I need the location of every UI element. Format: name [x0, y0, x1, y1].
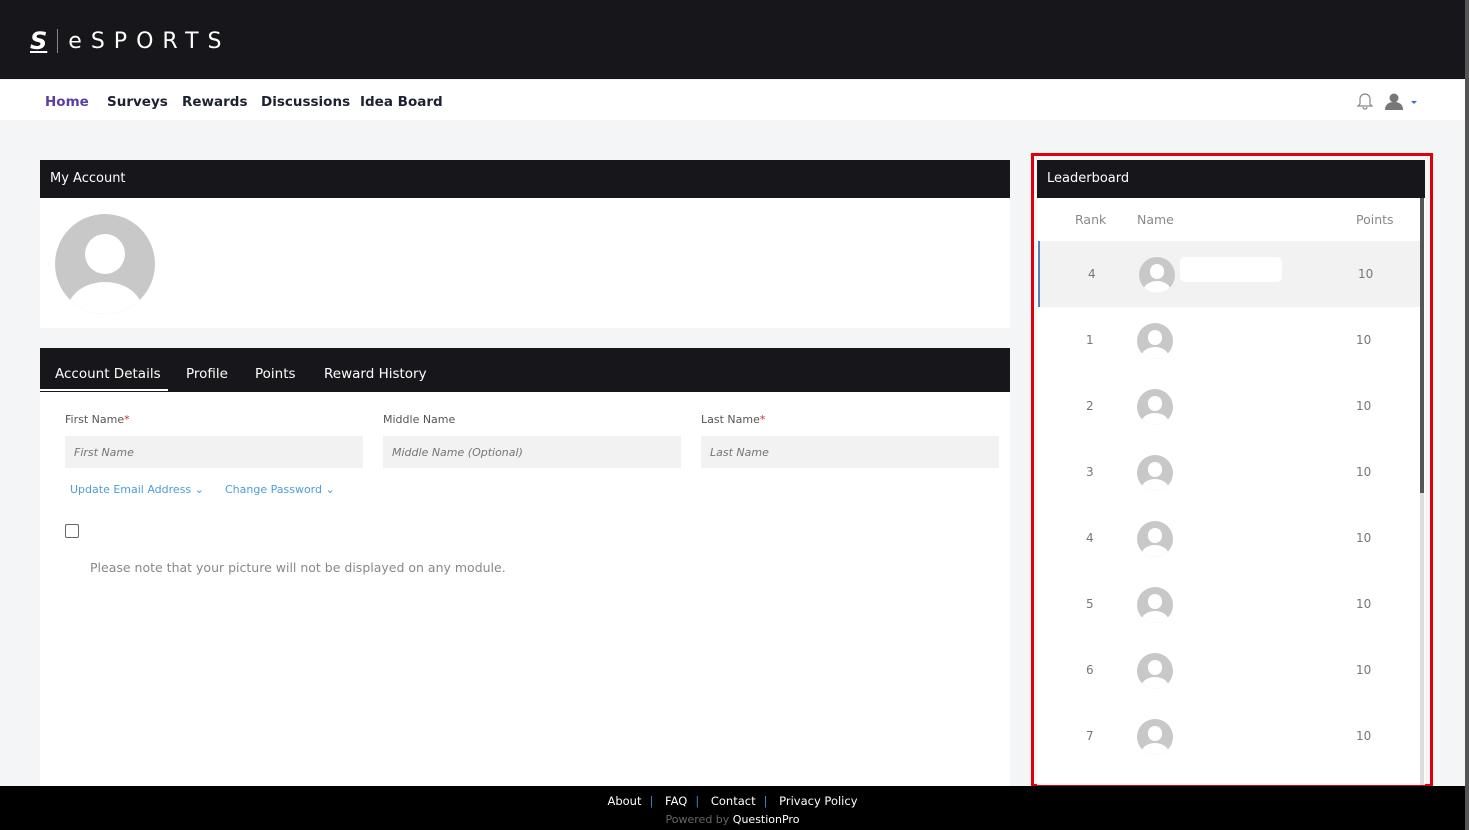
page-scrollbar[interactable]: [1465, 0, 1469, 830]
user-avatar: [1137, 389, 1173, 425]
logo-text: eSPORTS: [68, 28, 231, 54]
user-avatar: [1137, 455, 1173, 491]
brand-logo[interactable]: S eSPORTS: [30, 27, 230, 55]
leaderboard-row[interactable]: 5 10: [1038, 571, 1420, 637]
leaderboard-row[interactable]: 2 10: [1038, 373, 1420, 439]
footer-faq[interactable]: FAQ: [665, 794, 687, 808]
first-name-input[interactable]: [65, 436, 363, 468]
my-account-panel: My Account: [40, 160, 1010, 328]
tab-points[interactable]: Points: [255, 366, 296, 382]
rank-header: Rank: [1075, 212, 1107, 227]
tab-reward-history[interactable]: Reward History: [324, 366, 427, 382]
footer-privacy[interactable]: Privacy Policy: [779, 794, 857, 808]
my-account-title: My Account: [40, 160, 1010, 198]
picture-checkbox[interactable]: [65, 524, 79, 538]
update-email-link[interactable]: Update Email Address ⌄: [70, 483, 204, 496]
leaderboard-row[interactable]: 1 10: [1038, 307, 1420, 373]
nav-home[interactable]: Home: [45, 94, 89, 110]
leaderboard-row[interactable]: 6 10: [1038, 637, 1420, 703]
middle-name-input[interactable]: [383, 436, 681, 468]
user-avatar: [1139, 257, 1175, 293]
points-value: 10: [1356, 729, 1372, 743]
tab-profile[interactable]: Profile: [186, 366, 228, 382]
middle-name-label: Middle Name: [383, 413, 456, 426]
user-avatar: [1137, 653, 1173, 689]
bell-icon[interactable]: [1357, 93, 1373, 110]
change-password-link[interactable]: Change Password ⌄: [225, 483, 335, 496]
leaderboard-row[interactable]: 4 10: [1038, 505, 1420, 571]
last-name-input[interactable]: [701, 436, 999, 468]
rank-value: 2: [1086, 399, 1094, 413]
rank-value: 3: [1086, 465, 1094, 479]
points-header: Points: [1356, 212, 1394, 227]
nav-discussions[interactable]: Discussions: [261, 94, 350, 110]
rank-value: 4: [1088, 267, 1096, 281]
tab-account-details[interactable]: Account Details: [40, 366, 168, 391]
footer-about[interactable]: About: [607, 794, 641, 808]
leaderboard-row[interactable]: 7 10: [1038, 703, 1420, 769]
powered-by: Powered by: [665, 813, 730, 826]
rank-value: 6: [1086, 663, 1094, 677]
points-value: 10: [1356, 399, 1372, 413]
account-tabs: Account Details Profile Points Reward Hi…: [40, 348, 1010, 392]
picture-note: Please note that your picture will not b…: [90, 560, 506, 575]
footer: About | FAQ | Contact | Privacy Policy Powe…: [0, 786, 1465, 830]
name-header: Name: [1137, 212, 1174, 227]
profile-avatar[interactable]: [55, 214, 155, 314]
user-avatar: [1137, 719, 1173, 755]
leaderboard-title: Leaderboard: [1037, 160, 1425, 198]
user-avatar: [1137, 323, 1173, 359]
leaderboard-row[interactable]: 3 10: [1038, 439, 1420, 505]
account-details-form: First Name* Middle Name Last Name* Updat…: [40, 392, 1010, 786]
rank-value: 5: [1086, 597, 1094, 611]
user-menu-icon[interactable]: [1385, 93, 1421, 110]
user-avatar: [1137, 521, 1173, 557]
footer-contact[interactable]: Contact: [711, 794, 756, 808]
points-value: 10: [1358, 267, 1374, 281]
points-value: 10: [1356, 333, 1372, 347]
user-name: [1180, 257, 1282, 282]
logo-divider: [57, 29, 59, 53]
rank-value: 1: [1086, 333, 1094, 347]
points-value: 10: [1356, 663, 1372, 677]
last-name-label: Last Name*: [701, 413, 766, 426]
user-avatar: [1137, 587, 1173, 623]
nav-surveys[interactable]: Surveys: [107, 94, 168, 110]
nav-idea-board[interactable]: Idea Board: [360, 94, 443, 110]
leaderboard-scrollbar[interactable]: [1420, 198, 1424, 785]
main-nav: Home Surveys Rewards Discussions Idea Bo…: [0, 80, 1465, 120]
top-header: S eSPORTS: [0, 0, 1469, 79]
leaderboard-row-current-user[interactable]: 4 10: [1038, 241, 1420, 307]
points-value: 10: [1356, 597, 1372, 611]
rank-value: 7: [1086, 729, 1094, 743]
rank-value: 4: [1086, 531, 1094, 545]
logo-mark: S: [30, 27, 48, 55]
first-name-label: First Name*: [65, 413, 130, 426]
points-value: 10: [1356, 465, 1372, 479]
questionpro-link[interactable]: QuestionPro: [733, 813, 800, 826]
points-value: 10: [1356, 531, 1372, 545]
nav-rewards[interactable]: Rewards: [182, 94, 248, 110]
